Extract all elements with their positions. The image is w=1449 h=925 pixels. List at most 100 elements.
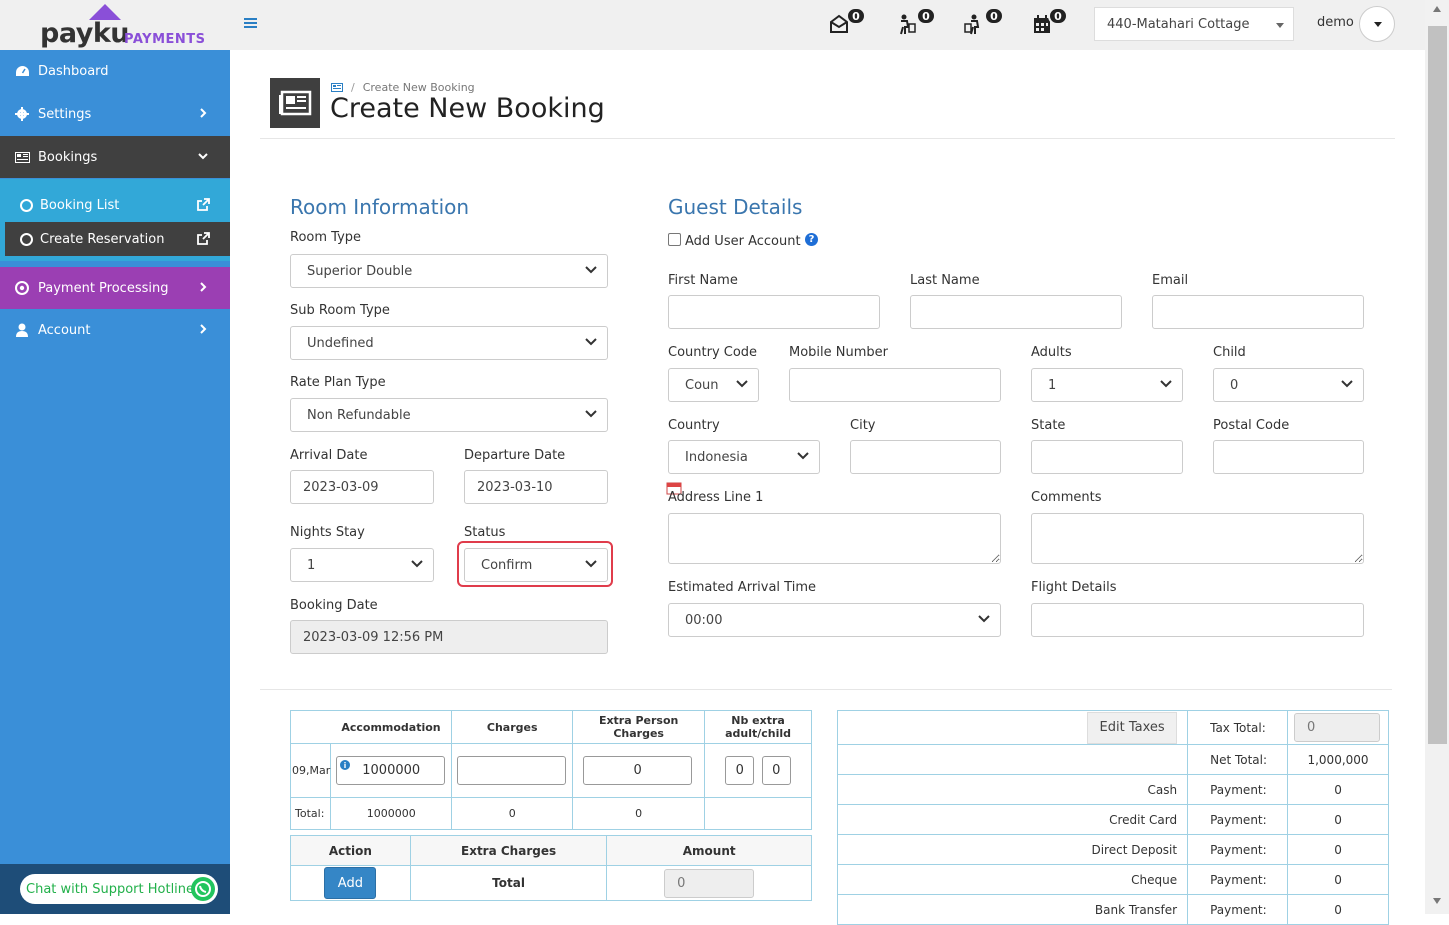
first-name-input[interactable]	[668, 295, 880, 329]
arrival-date-input[interactable]: 2023-03-09	[290, 470, 434, 504]
chevron-down-icon	[198, 153, 208, 160]
comments-textarea[interactable]	[1031, 513, 1364, 564]
charges-input[interactable]	[457, 756, 567, 785]
rate-plan-value: Non Refundable	[307, 407, 411, 423]
table-cell	[836, 744, 1189, 775]
chat-bar: Chat with Support Hotline	[0, 864, 230, 914]
page-title: Create New Booking	[330, 93, 605, 124]
payment-label: Payment:	[1187, 804, 1289, 835]
info-icon[interactable]	[340, 759, 351, 771]
sidebar-item-create-reservation[interactable]: Create Reservation	[5, 222, 230, 256]
scroll-up-icon[interactable]	[1433, 6, 1441, 12]
sidebar-item-booking-list[interactable]: Booking List	[5, 188, 230, 222]
payment-method: Cheque	[836, 864, 1189, 895]
status-select[interactable]: Confirm	[464, 548, 608, 582]
sidebar-item-label: Booking List	[40, 197, 120, 213]
sidebar-item-settings[interactable]: Settings	[0, 93, 230, 135]
sidebar-item-payment-processing[interactable]: Payment Processing	[0, 267, 230, 309]
user-icon	[14, 322, 30, 338]
table-cell: 0	[1287, 710, 1389, 745]
total-label: Total:	[289, 797, 332, 830]
country-label: Country	[668, 418, 720, 433]
add-button[interactable]: Add	[324, 867, 377, 899]
status-label: Status	[464, 525, 506, 540]
newspaper-icon[interactable]	[331, 83, 343, 92]
sidebar-item-label: Bookings	[38, 149, 98, 165]
total-cell: 1000000	[330, 797, 453, 830]
eta-select[interactable]: 00:00	[668, 603, 1001, 637]
room-type-value: Superior Double	[307, 263, 413, 279]
nights-stay-value: 1	[307, 557, 316, 573]
hotel-select[interactable]: 440-Matahari Cottage	[1094, 7, 1294, 41]
logo[interactable]: payku PAYMENTS	[0, 0, 230, 50]
checkin-icon[interactable]	[895, 13, 917, 35]
chevron-down-icon	[978, 615, 990, 623]
whatsapp-icon	[191, 877, 215, 901]
comments-label: Comments	[1031, 490, 1102, 505]
departure-date-value: 2023-03-10	[477, 479, 553, 495]
email-input[interactable]	[1152, 295, 1364, 329]
country-code-select[interactable]: Coun	[668, 368, 759, 402]
table-cell: Add	[290, 865, 411, 901]
last-name-label: Last Name	[910, 273, 980, 288]
adults-select[interactable]: 1	[1031, 368, 1183, 402]
topbar: 0 0 0 0 440-Matahari Cottage demo	[230, 0, 1425, 50]
mobile-number-input[interactable]	[789, 368, 1001, 402]
chevron-down-icon	[1160, 380, 1172, 388]
state-label: State	[1031, 418, 1066, 433]
table-cell: 0	[606, 865, 812, 901]
nights-stay-select[interactable]: 1	[290, 548, 434, 582]
extra-person-value: 0	[633, 763, 642, 778]
table-cell: Edit Taxes	[836, 710, 1189, 745]
sidebar-item-label: Dashboard	[38, 63, 109, 79]
room-type-select[interactable]: Superior Double	[290, 254, 608, 288]
chevron-right-icon	[200, 282, 207, 292]
user-menu-button[interactable]	[1359, 6, 1395, 42]
departure-date-label: Departure Date	[464, 448, 566, 463]
scrollbar-thumb[interactable]	[1428, 26, 1447, 744]
flight-details-input[interactable]	[1031, 603, 1364, 637]
city-input[interactable]	[850, 440, 1001, 474]
rate-plan-label: Rate Plan Type	[290, 375, 386, 390]
departure-date-input[interactable]: 2023-03-10	[464, 470, 608, 504]
chevron-down-icon	[585, 560, 597, 568]
chevron-down-icon	[1341, 380, 1353, 388]
circle-icon	[20, 232, 33, 246]
rate-plan-select[interactable]: Non Refundable	[290, 398, 608, 432]
chevron-right-icon	[200, 324, 207, 334]
chevron-down-icon	[411, 560, 423, 568]
extra-person-input[interactable]: 0	[583, 756, 693, 785]
extra-child-input[interactable]: 0	[761, 756, 791, 785]
payment-label: Payment:	[1187, 894, 1289, 925]
accommodation-amount-input[interactable]: 1000000	[336, 756, 446, 785]
postal-code-input[interactable]	[1213, 440, 1364, 474]
table-header: Charges	[451, 710, 574, 744]
hamburger-menu-icon[interactable]	[244, 17, 257, 29]
net-total-value: 1,000,000	[1287, 744, 1389, 775]
add-user-checkbox[interactable]	[668, 233, 681, 246]
sidebar-item-dashboard[interactable]: Dashboard	[0, 50, 230, 92]
checkout-icon[interactable]	[963, 13, 985, 35]
help-icon[interactable]: ?	[805, 233, 818, 246]
table-cell: 0	[572, 743, 706, 798]
sidebar-item-bookings[interactable]: Bookings	[0, 136, 230, 178]
sub-room-type-select[interactable]: Undefined	[290, 326, 608, 360]
country-select[interactable]: Indonesia	[668, 440, 820, 474]
chat-support-button[interactable]: Chat with Support Hotline	[20, 874, 218, 904]
extra-child-value: 0	[772, 763, 781, 778]
child-select[interactable]: 0	[1213, 368, 1364, 402]
chevron-down-icon	[585, 338, 597, 346]
divider	[260, 138, 1395, 139]
guest-details-title: Guest Details	[668, 195, 803, 219]
last-name-input[interactable]	[910, 295, 1122, 329]
sidebar-item-label: Payment Processing	[38, 280, 169, 296]
scroll-down-icon[interactable]	[1433, 898, 1441, 904]
address-textarea[interactable]	[668, 513, 1001, 564]
extra-adult-input[interactable]: 0	[725, 756, 755, 785]
add-user-label: Add User Account	[685, 234, 801, 249]
state-input[interactable]	[1031, 440, 1183, 474]
table-header: Amount	[606, 835, 812, 866]
sidebar-item-account[interactable]: Account	[0, 309, 230, 351]
extra-charges-table: Action Extra Charges Amount Add Total 0	[290, 835, 812, 901]
edit-taxes-button[interactable]: Edit Taxes	[1087, 711, 1178, 744]
